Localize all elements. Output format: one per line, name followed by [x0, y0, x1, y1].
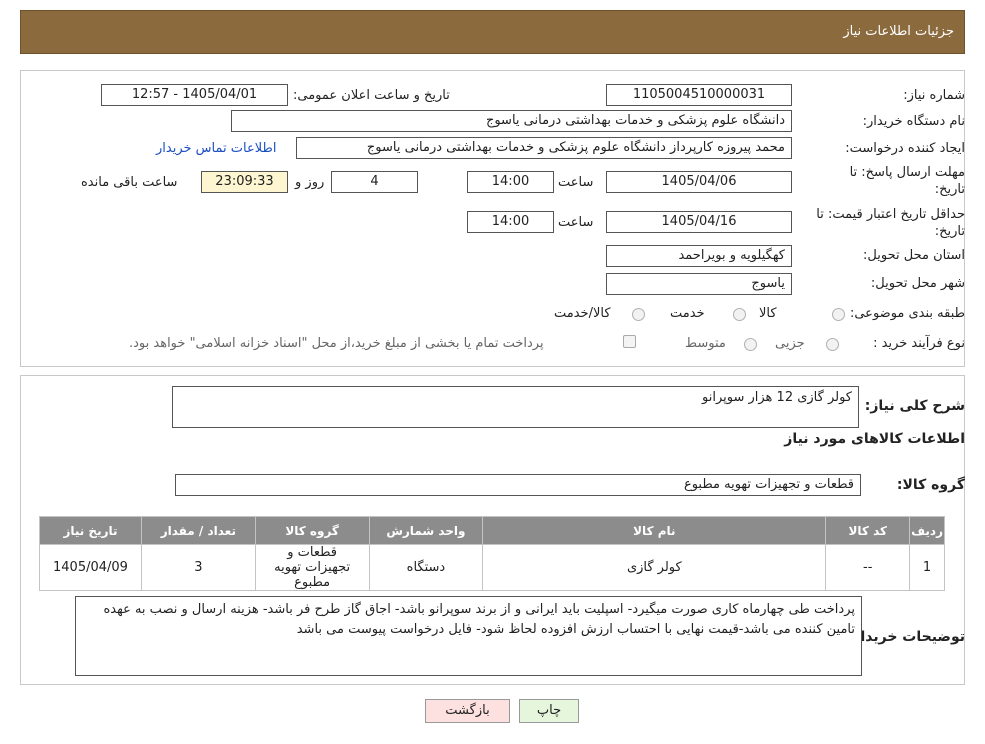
category-radio-goods[interactable]: [832, 308, 845, 321]
page-header: جزئیات اطلاعات نیاز: [20, 10, 965, 54]
print-button[interactable]: چاپ: [519, 699, 579, 723]
goods-info-title: اطلاعات کالاهای مورد نیاز: [784, 431, 965, 447]
category-goods-service-label: کالا/خدمت: [554, 306, 611, 321]
validity-time-label: ساعت: [558, 215, 594, 230]
category-radio-service[interactable]: [733, 308, 746, 321]
deadline-time-field: 14:00: [467, 171, 554, 193]
category-label: طبقه بندی موضوعی:: [849, 306, 965, 321]
process-minor-label: جزیی: [775, 336, 805, 351]
creator-field: محمد پیروزه کارپرداز دانشگاه علوم پزشکی …: [296, 137, 792, 159]
city-label: شهر محل تحویل:: [870, 276, 965, 291]
table-row: 1 -- کولر گازی دستگاه قطعات و تجهیزات ته…: [39, 544, 945, 591]
goods-table: ردیف کد کالا نام کالا واحد شمارش گروه کا…: [39, 516, 945, 591]
category-radio-goods-service[interactable]: [632, 308, 645, 321]
cell-row-number: 1: [909, 544, 945, 591]
category-service-label: خدمت: [670, 306, 705, 321]
summary-textarea[interactable]: کولر گازی 12 هزار سوپرانو: [172, 386, 859, 428]
buyer-contact-link[interactable]: اطلاعات تماس خریدار: [156, 141, 276, 156]
goods-table-header-row: ردیف کد کالا نام کالا واحد شمارش گروه کا…: [39, 516, 945, 545]
remaining-time-field: 23:09:33: [201, 171, 288, 193]
remaining-time-label: ساعت باقی مانده: [81, 175, 178, 190]
province-label: استان محل تحویل:: [863, 248, 965, 263]
col-header-unit: واحد شمارش: [368, 516, 484, 545]
page-title: جزئیات اطلاعات نیاز: [843, 24, 954, 39]
validity-date-field: 1405/04/16: [606, 211, 792, 233]
category-goods-label: کالا: [759, 306, 777, 321]
validity-label-2: تاریخ:: [934, 224, 965, 239]
buyer-notes-label: توضیحات خریدار:: [846, 629, 965, 645]
process-radio-minor[interactable]: [826, 338, 839, 351]
days-remaining-field: 4: [331, 171, 418, 193]
col-header-item-group: گروه کالا: [254, 516, 370, 545]
process-label: نوع فرآیند خرید :: [873, 336, 965, 351]
col-header-quantity: تعداد / مقدار: [140, 516, 256, 545]
announce-label: تاریخ و ساعت اعلان عمومی:: [293, 88, 450, 103]
cell-quantity: 3: [140, 544, 256, 591]
cell-item-group: قطعات و تجهیزات تهویه مطبوع: [254, 544, 370, 591]
buyer-org-field: دانشگاه علوم پزشکی و خدمات بهداشتی درمان…: [231, 110, 792, 132]
deadline-time-label: ساعت: [558, 175, 594, 190]
col-header-item-name: نام کالا: [482, 516, 827, 545]
buyer-org-label: نام دستگاه خریدار:: [862, 114, 965, 129]
treasury-payment-note: پرداخت تمام یا بخشی از مبلغ خرید،از محل …: [129, 336, 544, 351]
cell-item-code: --: [825, 544, 911, 591]
col-header-item-code: کد کالا: [825, 516, 911, 545]
treasury-payment-checkbox[interactable]: [623, 335, 636, 348]
validity-time-field: 14:00: [467, 211, 554, 233]
col-header-row-number: ردیف: [909, 516, 945, 545]
col-header-need-date: تاریخ نیاز: [39, 516, 142, 545]
need-info-panel: شماره نیاز: 1105004510000031 تاریخ و ساع…: [20, 70, 965, 367]
deadline-label-2: تاریخ:: [934, 182, 965, 197]
city-field: یاسوج: [606, 273, 792, 295]
cell-item-name: کولر گازی: [482, 544, 827, 591]
deadline-label: مهلت ارسال پاسخ: تا: [849, 165, 965, 180]
deadline-date-field: 1405/04/06: [606, 171, 792, 193]
goods-group-field: قطعات و تجهیزات تهویه مطبوع: [175, 474, 861, 496]
creator-label: ایجاد کننده درخواست:: [845, 141, 965, 156]
buyer-notes-textarea[interactable]: پرداخت طی چهارماه کاری صورت میگیرد- اسپل…: [75, 596, 862, 676]
goods-details-panel: شرح کلی نیاز: کولر گازی 12 هزار سوپرانو …: [20, 375, 965, 685]
summary-label: شرح کلی نیاز:: [864, 398, 965, 414]
back-button[interactable]: بازگشت: [425, 699, 510, 723]
validity-label: حداقل تاریخ اعتبار قیمت: تا: [816, 207, 965, 222]
days-label: روز و: [295, 175, 325, 190]
goods-group-label: گروه کالا:: [896, 477, 965, 493]
need-number-field: 1105004510000031: [606, 84, 792, 106]
need-number-label: شماره نیاز:: [903, 88, 965, 103]
announce-date-field: 1405/04/01 - 12:57: [101, 84, 288, 106]
process-radio-medium[interactable]: [744, 338, 757, 351]
province-field: کهگیلویه و بویراحمد: [606, 245, 792, 267]
process-medium-label: متوسط: [685, 336, 726, 351]
cell-unit: دستگاه: [368, 544, 484, 591]
cell-need-date: 1405/04/09: [39, 544, 142, 591]
